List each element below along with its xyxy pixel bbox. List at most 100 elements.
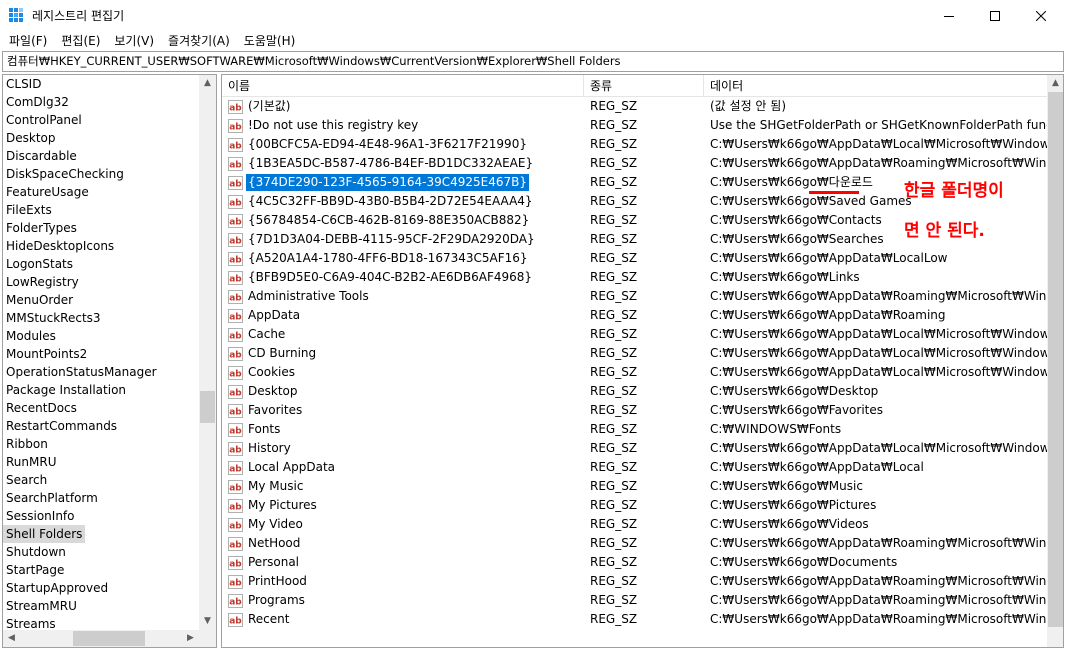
value-row[interactable]: ab My Video REG_SZ C:₩Users₩k66go₩Videos [222,515,1047,534]
value-row[interactable]: ab My Music REG_SZ C:₩Users₩k66go₩Music [222,477,1047,496]
column-header-type[interactable]: 종류 [584,75,704,97]
tree-item[interactable]: DiskSpaceChecking [3,165,200,183]
values-list-pane[interactable]: 이름 종류 데이터 ab (기본값) REG_SZ (값 설정 안 됨) ab !Do n… [221,74,1064,648]
value-row[interactable]: ab Cache REG_SZ C:₩Users₩k66go₩AppData₩Loca… [222,325,1050,344]
value-row[interactable]: ab Cookies REG_SZ C:₩Users₩k66go₩AppData₩Lo… [222,363,1050,382]
tree-item[interactable]: Discardable [3,147,200,165]
tree-item[interactable]: HideDesktopIcons [3,237,200,255]
tree-item[interactable]: FeatureUsage [3,183,200,201]
tree-item[interactable]: Shutdown [3,543,200,561]
value-row[interactable]: ab CD Burning REG_SZ C:₩Users₩k66go₩AppData… [222,344,1050,363]
tree-item[interactable]: Search [3,471,200,489]
tree-item[interactable]: FileExts [3,201,200,219]
tree-item[interactable]: CLSID [3,75,200,93]
value-row[interactable]: ab Personal REG_SZ C:₩Users₩k66go₩Documents [222,553,1047,572]
value-data: C:₩Users₩k66go₩AppData₩LocalLow [710,251,948,265]
tree-item[interactable]: RunMRU [3,453,200,471]
menu-favorites[interactable]: 즐겨찾기(A) [161,31,237,51]
list-scroll-thumb[interactable] [1048,92,1063,627]
scroll-up-icon[interactable]: ▲ [1048,76,1063,91]
column-header-name[interactable]: 이름 [222,75,584,97]
address-bar[interactable]: 컴퓨터₩HKEY_CURRENT_USER₩SOFTWARE₩Microsoft… [2,51,1064,72]
value-data: C:₩Users₩k66go₩AppData₩Roaming₩Microsoft… [710,289,1050,303]
value-row[interactable]: ab Administrative Tools REG_SZ C:₩Users₩k66… [222,287,1050,306]
menu-help[interactable]: 도움말(H) [237,31,303,51]
column-header-data[interactable]: 데이터 [704,75,1047,97]
tree-item[interactable]: SearchPlatform [3,489,200,507]
value-name-cell: ab !Do not use this registry key [228,116,583,135]
value-name-cell: ab {56784854-C6CB-462B-8169-88E350ACB882} [228,211,583,230]
scroll-left-icon[interactable]: ◀ [4,631,19,646]
menu-edit[interactable]: 편집(E) [54,31,107,51]
value-row[interactable]: ab (기본값) REG_SZ (값 설정 안 됨) [222,97,1047,116]
value-data: (값 설정 안 됨) [710,99,787,113]
value-row[interactable]: ab {A520A1A4-1780-4FF6-BD18-167343C5AF16}… [222,249,1047,268]
tree-item[interactable]: StartupApproved [3,579,200,597]
tree-item[interactable]: Package Installation [3,381,200,399]
value-row[interactable]: ab PrintHood REG_SZ C:₩Users₩k66go₩AppData₩… [222,572,1050,591]
tree-item[interactable]: StartPage [3,561,200,579]
value-row[interactable]: ab !Do not use this registry key REG_SZ Use… [222,116,1050,135]
value-row[interactable]: ab Fonts REG_SZ C:₩WINDOWS₩Fonts [222,420,1047,439]
close-button[interactable] [1018,0,1064,31]
tree-item[interactable]: MMStuckRects3 [3,309,200,327]
scroll-right-icon[interactable]: ▶ [183,631,198,646]
tree-item[interactable]: RestartCommands [3,417,200,435]
value-name-cell: ab Desktop [228,382,583,401]
value-row[interactable]: ab Programs REG_SZ C:₩Users₩k66go₩AppData₩R… [222,591,1050,610]
menu-view[interactable]: 보기(V) [107,31,161,51]
string-value-ab-icon: ab [228,574,243,589]
value-row[interactable]: ab Desktop REG_SZ C:₩Users₩k66go₩Desktop [222,382,1047,401]
tree-item[interactable]: MenuOrder [3,291,200,309]
tree-horizontal-scrollbar[interactable]: ◀ ▶ [3,630,199,647]
value-data: C:₩Users₩k66go₩AppData₩Local₩Microsoft₩W… [710,365,1050,379]
tree-item[interactable]: LowRegistry [3,273,200,291]
value-data: C:₩Users₩k66go₩AppData₩Roaming₩Microsoft… [710,536,1050,550]
value-name-cell: ab {00BCFC5A-ED94-4E48-96A1-3F6217F21990} [228,135,583,154]
tree-item[interactable]: MountPoints2 [3,345,200,363]
tree-item[interactable]: FolderTypes [3,219,200,237]
minimize-button[interactable] [926,0,972,31]
tree-item[interactable]: Shell Folders [3,525,86,543]
tree-item[interactable]: RecentDocs [3,399,200,417]
value-name: My Video [248,517,303,531]
tree-item[interactable]: ControlPanel [3,111,200,129]
key-tree-pane[interactable]: CLSID ComDlg32 ControlPanel Desktop Discarda… [2,74,217,648]
value-row[interactable]: ab Favorites REG_SZ C:₩Users₩k66go₩Favorite… [222,401,1047,420]
scroll-up-icon[interactable]: ▲ [200,76,215,91]
tree-item[interactable]: OperationStatusManager [3,363,200,381]
title-bar: 레지스트리 편집기 [0,0,1066,31]
value-row[interactable]: ab My Pictures REG_SZ C:₩Users₩k66go₩Pictur… [222,496,1047,515]
value-name: Local AppData [248,460,336,474]
tree-scroll-thumb[interactable] [200,391,215,423]
value-row[interactable]: ab Recent REG_SZ C:₩Users₩k66go₩AppData₩Roa… [222,610,1050,629]
string-value-ab-icon: ab [228,384,243,399]
value-type: REG_SZ [590,441,638,455]
tree-item[interactable]: Ribbon [3,435,200,453]
list-vertical-scrollbar[interactable]: ▲ [1047,75,1063,647]
svg-text:ab: ab [229,502,242,512]
value-row[interactable]: ab AppData REG_SZ C:₩Users₩k66go₩AppData₩Ro… [222,306,1047,325]
menu-file[interactable]: 파일(F) [2,31,54,51]
value-row[interactable]: ab {00BCFC5A-ED94-4E48-96A1-3F6217F21990}… [222,135,1050,154]
tree-vertical-scrollbar[interactable]: ▲ ▼ [199,75,216,630]
tree-item[interactable]: Desktop [3,129,200,147]
svg-text:ab: ab [229,103,242,113]
value-type: REG_SZ [590,137,638,151]
tree-item[interactable]: StreamMRU [3,597,200,615]
value-row[interactable]: ab NetHood REG_SZ C:₩Users₩k66go₩AppData₩Ro… [222,534,1050,553]
maximize-button[interactable] [972,0,1018,31]
tree-hscroll-thumb[interactable] [73,631,145,646]
value-type: REG_SZ [590,99,638,113]
tree-item[interactable]: Modules [3,327,200,345]
tree-item[interactable]: SessionInfo [3,507,200,525]
value-type: REG_SZ [590,194,638,208]
tree-item[interactable]: ComDlg32 [3,93,200,111]
value-name: {56784854-C6CB-462B-8169-88E350ACB882} [248,213,530,227]
tree-item[interactable]: LogonStats [3,255,200,273]
value-row[interactable]: ab History REG_SZ C:₩Users₩k66go₩AppData₩Lo… [222,439,1050,458]
value-row[interactable]: ab {1B3EA5DC-B587-4786-B4EF-BD1DC332AEAE}… [222,154,1050,173]
value-row[interactable]: ab {BFB9D5E0-C6A9-404C-B2B2-AE6DB6AF4968}… [222,268,1047,287]
scroll-down-icon[interactable]: ▼ [200,614,215,629]
value-row[interactable]: ab Local AppData REG_SZ C:₩Users₩k66go₩AppD… [222,458,1047,477]
